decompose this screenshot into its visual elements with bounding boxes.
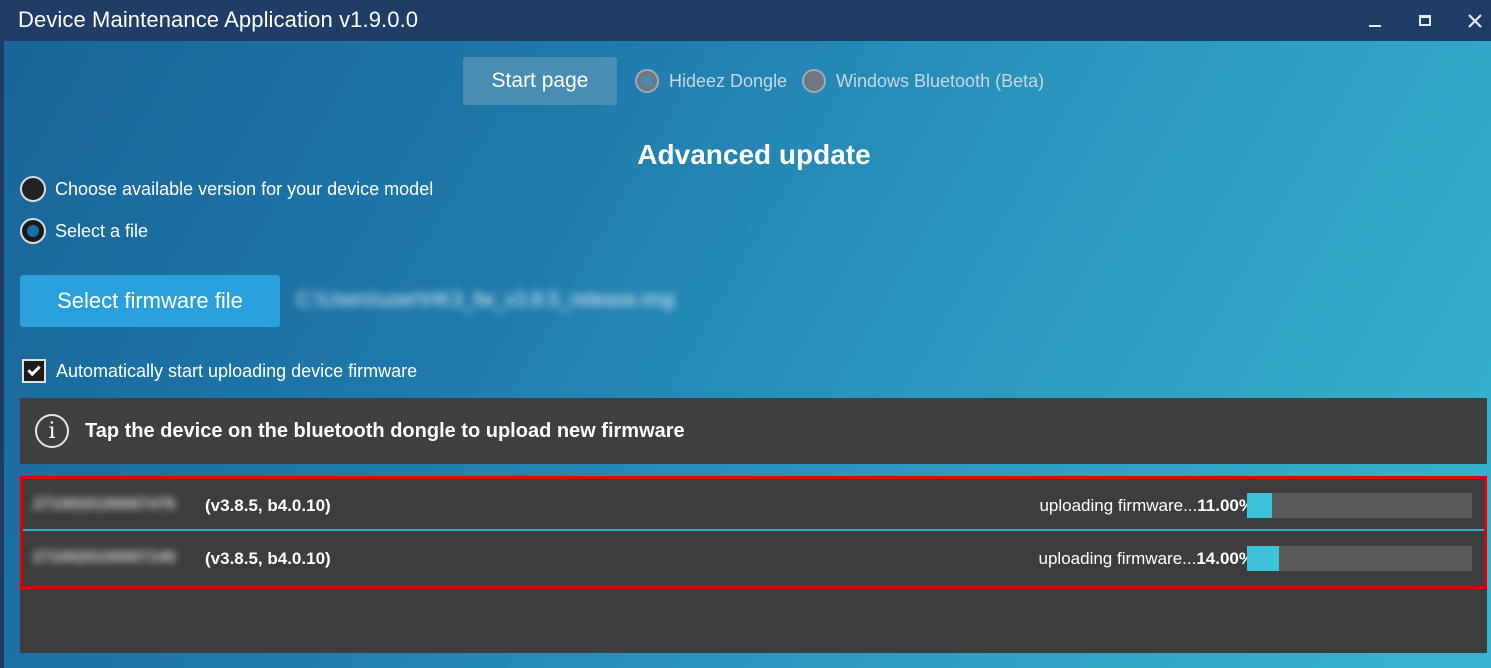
connection-label: Hideez Dongle xyxy=(669,70,788,91)
radio-unselected-icon xyxy=(20,176,46,202)
connection-radio-hideez-dongle[interactable]: Hideez Dongle xyxy=(635,69,787,93)
status-text: uploading firmware... xyxy=(1039,496,1198,515)
title-bar: Device Maintenance Application v1.9.0.0 xyxy=(0,0,1491,41)
auto-upload-label: Automatically start uploading device fir… xyxy=(56,360,418,381)
main-content: Start page Hideez Dongle Windows Bluetoo… xyxy=(4,41,1491,668)
info-message: Tap the device on the bluetooth dongle t… xyxy=(85,419,685,442)
maximize-icon xyxy=(1419,15,1431,26)
connection-radio-windows-bluetooth[interactable]: Windows Bluetooth (Beta) xyxy=(802,69,1044,93)
maximize-button[interactable] xyxy=(1400,0,1450,41)
close-icon xyxy=(1468,13,1482,28)
radio-unselected-icon xyxy=(802,69,826,93)
device-status: uploading firmware...11.00% xyxy=(1039,496,1254,516)
auto-upload-checkbox[interactable]: Automatically start uploading device fir… xyxy=(22,359,417,383)
device-serial: 2710020100007145 xyxy=(33,549,176,566)
option-choose-version[interactable]: Choose available version for your device… xyxy=(20,176,433,202)
progress-percent: 11.00% xyxy=(1197,496,1254,515)
radio-selected-icon xyxy=(635,69,659,93)
checkbox-box xyxy=(22,359,46,383)
window-title: Device Maintenance Application v1.9.0.0 xyxy=(18,7,419,32)
info-banner: i Tap the device on the bluetooth dongle… xyxy=(20,398,1487,464)
option-label: Select a file xyxy=(55,220,149,241)
progress-fill xyxy=(1247,493,1272,518)
device-list-panel: 2710020100007476 (v3.8.5, b4.0.10) uploa… xyxy=(20,476,1487,653)
device-serial: 2710020100007476 xyxy=(33,496,176,513)
minimize-icon xyxy=(1369,24,1381,27)
firmware-file-path: C:\Users\user\HK3_fw_v3.8.5_release.img xyxy=(296,289,674,311)
radio-selected-icon xyxy=(20,218,46,244)
progress-percent: 14.00% xyxy=(1196,549,1254,568)
close-button[interactable] xyxy=(1450,0,1491,41)
progress-fill xyxy=(1247,546,1279,571)
checkmark-icon xyxy=(27,362,41,377)
select-firmware-button[interactable]: Select firmware file xyxy=(20,275,280,327)
device-row[interactable]: 2710020100007476 (v3.8.5, b4.0.10) uploa… xyxy=(23,480,1484,531)
device-version: (v3.8.5, b4.0.10) xyxy=(205,496,331,515)
option-label: Choose available version for your device… xyxy=(55,178,434,199)
connection-label: Windows Bluetooth (Beta) xyxy=(836,70,1045,91)
page-title: Advanced update xyxy=(637,139,871,170)
status-text: uploading firmware... xyxy=(1038,549,1197,568)
start-page-button[interactable]: Start page xyxy=(463,57,617,105)
device-version: (v3.8.5, b4.0.10) xyxy=(205,549,331,568)
minimize-button[interactable] xyxy=(1350,0,1400,41)
device-status: uploading firmware...14.00% xyxy=(1039,549,1254,569)
progress-bar xyxy=(1247,493,1472,518)
progress-bar xyxy=(1247,546,1472,571)
device-row[interactable]: 2710020100007145 (v3.8.5, b4.0.10) uploa… xyxy=(23,533,1484,584)
option-select-file[interactable]: Select a file xyxy=(20,218,148,244)
info-icon: i xyxy=(35,414,69,448)
